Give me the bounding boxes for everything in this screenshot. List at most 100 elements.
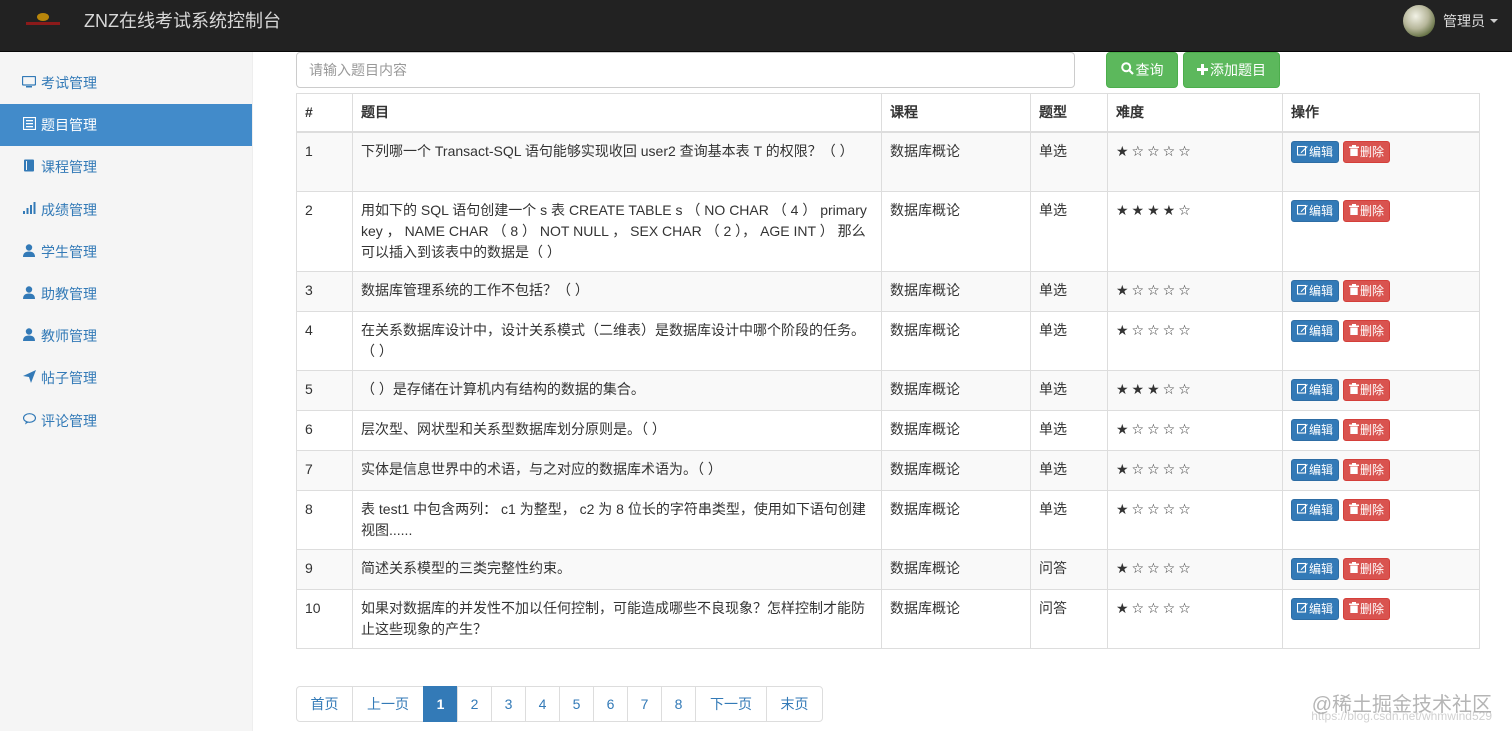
sidebar-item-students[interactable]: 学生管理 (0, 231, 252, 273)
row-type: 问答 (1030, 548, 1108, 590)
delete-button[interactable]: 删除 (1343, 279, 1391, 302)
page-link-3[interactable]: 3 (491, 686, 526, 722)
search-input[interactable] (296, 52, 1075, 88)
column-header-actions: 操作 (1282, 93, 1480, 133)
page-last-link[interactable]: 末页 (766, 686, 823, 722)
delete-button-label: 删除 (1360, 601, 1385, 616)
row-actions: 编辑 删除 (1282, 270, 1480, 312)
query-button[interactable]: 查询 (1106, 52, 1178, 88)
delete-button-label: 删除 (1360, 283, 1385, 298)
column-header-question: 题目 (352, 93, 882, 133)
edit-button[interactable]: 编辑 (1291, 557, 1340, 580)
table-row: 2 用如下的 SQL 语句创建一个 s 表 CREATE TABLE s （ NO… (296, 190, 1480, 272)
row-actions: 编辑 删除 (1282, 449, 1480, 491)
sidebar-item-comments[interactable]: 评论管理 (0, 400, 252, 442)
delete-button[interactable]: 删除 (1343, 458, 1391, 481)
difficulty-stars: ★☆☆☆☆ (1116, 501, 1194, 518)
page-link-5[interactable]: 5 (559, 686, 594, 722)
row-course: 数据库概论 (881, 409, 1031, 451)
delete-button-label: 删除 (1360, 502, 1385, 517)
edit-icon (1296, 463, 1308, 477)
row-question: 简述关系模型的三类完整性约束。 (352, 548, 882, 590)
edit-button-label: 编辑 (1309, 601, 1334, 616)
row-question: 实体是信息世界中的术语，与之对应的数据库术语为。（ ） (352, 449, 882, 491)
edit-button[interactable]: 编辑 (1291, 418, 1340, 441)
row-course: 数据库概论 (881, 489, 1031, 550)
delete-button[interactable]: 删除 (1343, 319, 1391, 342)
row-actions: 编辑 删除 (1282, 190, 1480, 272)
row-action-buttons: 编辑 删除 (1291, 418, 1471, 441)
edit-button[interactable]: 编辑 (1291, 279, 1340, 302)
row-type: 单选 (1030, 131, 1108, 192)
edit-icon (1296, 204, 1308, 218)
delete-button-label: 删除 (1360, 203, 1385, 218)
sidebar: 考试管理 题目管理 课程管理 成绩管理 学生管理 助教管理 教师管理 帖子管理 … (0, 52, 253, 731)
delete-button-label: 删除 (1360, 561, 1385, 576)
row-action-buttons: 编辑 删除 (1291, 498, 1471, 521)
sidebar-item-scores[interactable]: 成绩管理 (0, 189, 252, 231)
row-question: 下列哪一个 Transact-SQL 语句能够实现收回 user2 查询基本表 … (352, 131, 882, 192)
app-title[interactable]: ZNZ在线考试系统控制台 (84, 7, 281, 33)
page-link-8[interactable]: 8 (661, 686, 696, 722)
edit-button[interactable]: 编辑 (1291, 458, 1340, 481)
row-type: 单选 (1030, 449, 1108, 491)
sidebar-item-posts[interactable]: 帖子管理 (0, 357, 252, 399)
sidebar-item-teachers[interactable]: 教师管理 (0, 315, 252, 357)
delete-button[interactable]: 删除 (1343, 378, 1391, 401)
delete-button[interactable]: 删除 (1343, 557, 1391, 580)
sidebar-item-assistants[interactable]: 助教管理 (0, 273, 252, 315)
edit-button-label: 编辑 (1309, 382, 1334, 397)
edit-button[interactable]: 编辑 (1291, 498, 1340, 521)
sidebar-item-label: 学生管理 (41, 243, 97, 260)
row-id: 4 (296, 310, 353, 371)
row-difficulty: ★☆☆☆☆ (1107, 449, 1283, 491)
page-first-link[interactable]: 首页 (296, 686, 353, 722)
caret-down-icon[interactable] (1490, 19, 1498, 23)
delete-button[interactable]: 删除 (1343, 418, 1391, 441)
trash-icon (1349, 561, 1360, 576)
user-icon (21, 328, 37, 344)
sidebar-item-questions[interactable]: 题目管理 (0, 104, 252, 147)
row-id: 1 (296, 131, 353, 192)
delete-button[interactable]: 删除 (1343, 597, 1391, 620)
edit-icon (1296, 383, 1308, 397)
row-difficulty: ★☆☆☆☆ (1107, 131, 1283, 192)
row-difficulty: ★☆☆☆☆ (1107, 588, 1283, 649)
row-question: （ ）是存储在计算机内有结构的数据的集合。 (352, 369, 882, 411)
page-prev-link[interactable]: 上一页 (352, 686, 424, 722)
add-question-button[interactable]: 添加题目 (1183, 52, 1280, 88)
edit-button[interactable]: 编辑 (1291, 319, 1340, 342)
column-header-course: 课程 (881, 93, 1031, 133)
edit-button[interactable]: 编辑 (1291, 378, 1340, 401)
sidebar-item-courses[interactable]: 课程管理 (0, 146, 252, 188)
table-row: 5 （ ）是存储在计算机内有结构的数据的集合。 数据库概论 单选 ★★★☆☆ 编辑 删除 (296, 369, 1480, 411)
table-row: 8表 test1 中包含两列： c1 为整型， c2 为 8 位长的字符串类型，… (296, 489, 1480, 550)
difficulty-stars: ★☆☆☆☆ (1116, 560, 1194, 577)
page-link-2[interactable]: 2 (457, 686, 492, 722)
column-header-type: 题型 (1030, 93, 1108, 133)
page-next-link[interactable]: 下一页 (695, 686, 767, 722)
row-difficulty: ★★★★☆ (1107, 190, 1283, 272)
page-link-7[interactable]: 7 (627, 686, 662, 722)
user-name[interactable]: 管理员 (1443, 11, 1485, 31)
edit-button[interactable]: 编辑 (1291, 597, 1340, 620)
avatar[interactable] (1403, 5, 1435, 37)
edit-button[interactable]: 编辑 (1291, 141, 1340, 163)
row-type: 问答 (1030, 588, 1108, 649)
sidebar-item-label: 帖子管理 (41, 370, 97, 387)
row-course: 数据库概论 (881, 270, 1031, 312)
user-menu[interactable]: 管理员 (1403, 5, 1498, 37)
delete-button[interactable]: 删除 (1343, 141, 1391, 163)
delete-button-label: 删除 (1360, 145, 1385, 159)
page-link-6[interactable]: 6 (593, 686, 628, 722)
row-type: 单选 (1030, 190, 1108, 272)
edit-button[interactable]: 编辑 (1291, 199, 1340, 222)
difficulty-stars: ★☆☆☆☆ (1116, 322, 1194, 339)
delete-button[interactable]: 删除 (1343, 199, 1391, 222)
row-course: 数据库概论 (881, 190, 1031, 272)
page-link-4[interactable]: 4 (525, 686, 560, 722)
page-link-1[interactable]: 1 (423, 686, 458, 722)
sidebar-item-exam[interactable]: 考试管理 (0, 62, 252, 104)
send-icon (21, 370, 37, 386)
delete-button[interactable]: 删除 (1343, 498, 1391, 521)
